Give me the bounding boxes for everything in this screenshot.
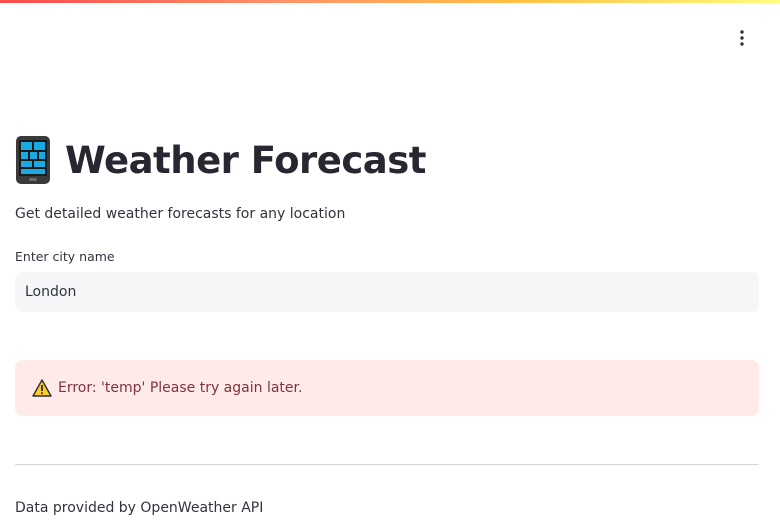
page-title: Weather Forecast xyxy=(65,138,426,182)
top-decoration-stripe xyxy=(0,0,780,3)
page-header: Weather Forecast xyxy=(15,134,426,186)
page-subtitle: Get detailed weather forecasts for any l… xyxy=(15,206,346,222)
city-input[interactable] xyxy=(15,272,759,312)
error-alert: Error: 'temp' Please try again later. xyxy=(15,360,759,416)
footer-divider xyxy=(15,464,759,465)
city-input-label: Enter city name xyxy=(15,249,115,264)
vertical-ellipsis-icon xyxy=(740,30,744,46)
footer-attribution: Data provided by OpenWeather API xyxy=(15,500,264,516)
main-menu-button[interactable] xyxy=(728,24,756,52)
mobile-phone-icon xyxy=(16,136,50,184)
error-message: Error: 'temp' Please try again later. xyxy=(58,380,303,396)
warning-icon xyxy=(32,379,52,397)
